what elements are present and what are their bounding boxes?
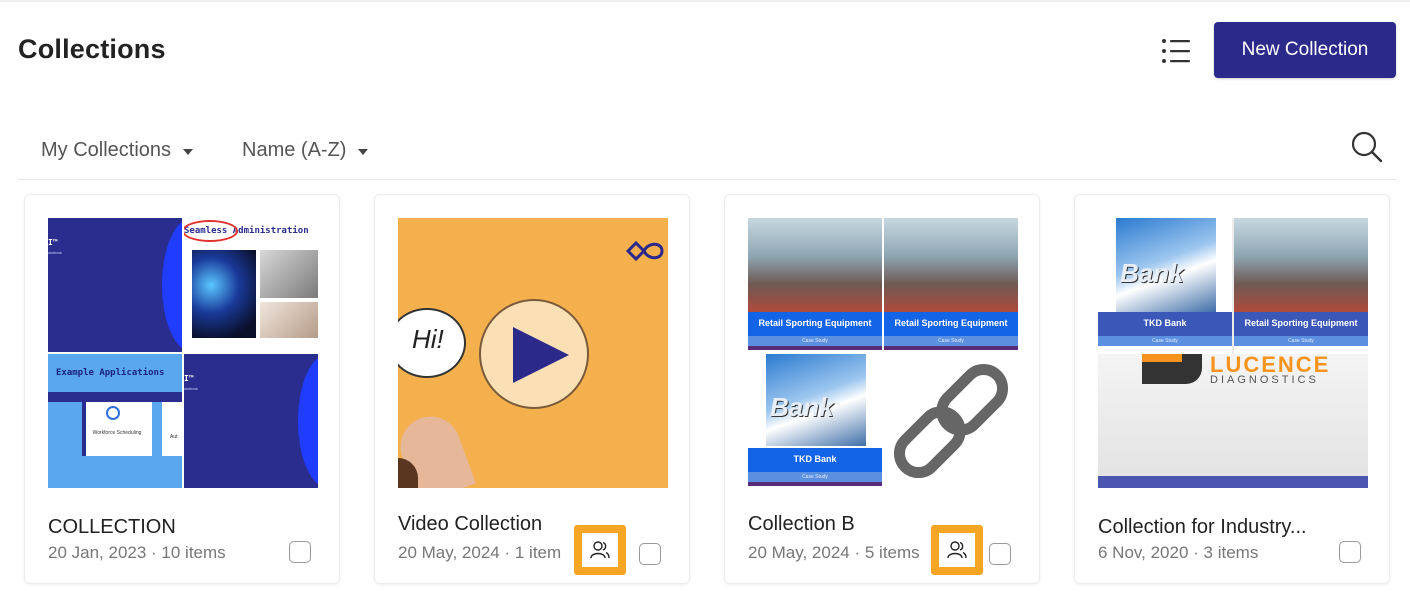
slide-thumbnail: Seamless Administration [184, 218, 318, 352]
shared-users-icon [947, 541, 967, 559]
slide-subtitle: Case Study [1234, 336, 1368, 346]
collection-card[interactable]: Hi! Video Collection 20 May, 2024 · 1 it… [374, 194, 690, 584]
play-icon [513, 327, 569, 383]
play-button[interactable] [479, 299, 589, 409]
slide-title: Retail Sporting Equipment [884, 312, 1018, 336]
collection-meta: 20 May, 2024 · 5 items [748, 543, 920, 562]
collection-thumbnail: I™ olutions Seamless Administration Exam… [48, 218, 318, 488]
logo-text: DIAGNOSTICS [1210, 374, 1319, 386]
slide-title: Retail Sporting Equipment [1234, 312, 1368, 336]
slide-subtitle: Case Study [748, 336, 882, 346]
new-collection-button[interactable]: New Collection [1214, 22, 1396, 78]
caret-down-icon [183, 148, 194, 155]
slide-text: olutions [48, 250, 62, 255]
collection-name: Video Collection [398, 513, 543, 535]
select-checkbox[interactable] [289, 541, 311, 563]
slide-thumbnail: LUCENCE DIAGNOSTICS [1098, 352, 1368, 488]
sort-dropdown[interactable]: Name (A-Z) [242, 139, 369, 162]
shared-users-icon [590, 541, 610, 559]
collection-meta: 20 Jan, 2023 · 10 items [48, 543, 226, 562]
list-icon [1162, 39, 1190, 63]
owner-filter-dropdown[interactable]: My Collections [41, 139, 194, 162]
infinity-logo-icon [625, 240, 664, 262]
collection-thumbnail: Bank TKD Bank Case Study Retail Sporting… [1098, 218, 1368, 488]
slide-thumbnail: Retail Sporting Equipment Case Study [884, 218, 1018, 352]
collection-card[interactable]: Retail Sporting Equipment Case Study Ret… [724, 194, 1040, 584]
slide-text: olutions [184, 386, 198, 391]
slide-thumbnail: I™ olutions [184, 354, 318, 488]
collection-thumbnail: Hi! [398, 218, 668, 488]
slide-thumbnail [884, 354, 1018, 488]
slide-thumbnail: I™ olutions [48, 218, 182, 352]
link-icon [893, 363, 1009, 479]
shared-indicator-button[interactable] [931, 525, 983, 575]
search-button[interactable] [1350, 130, 1384, 164]
slide-thumbnail: Example Applications Workforce Schedulin… [48, 354, 182, 488]
slide-text: Bank [1120, 258, 1184, 288]
collection-name: Collection for Industry... [1098, 516, 1307, 538]
caret-down-icon [358, 148, 369, 155]
collection-meta: 6 Nov, 2020 · 3 items [1098, 543, 1259, 562]
slide-subtitle: Case Study [1098, 336, 1232, 346]
slide-thumbnail: Retail Sporting Equipment Case Study [1234, 218, 1368, 354]
slide-text: Aut [170, 434, 178, 440]
owner-filter-label: My Collections [41, 139, 172, 161]
select-checkbox[interactable] [989, 543, 1011, 565]
select-checkbox[interactable] [639, 543, 661, 565]
slide-thumbnail: Bank TKD Bank Case Study [1098, 218, 1232, 354]
slide-title: TKD Bank [748, 448, 882, 472]
collection-name: COLLECTION [48, 516, 176, 538]
speech-bubble-text: Hi! [412, 324, 444, 354]
slide-title: Retail Sporting Equipment [748, 312, 882, 336]
slide-text: Workforce Scheduling [92, 430, 142, 436]
slide-text: Example Applications [56, 368, 165, 378]
select-checkbox[interactable] [1339, 541, 1361, 563]
search-icon [1351, 131, 1383, 163]
slide-subtitle: Case Study [884, 336, 1018, 346]
shared-indicator-button[interactable] [574, 525, 626, 575]
collection-card[interactable]: I™ olutions Seamless Administration Exam… [24, 194, 340, 584]
collection-card[interactable]: Bank TKD Bank Case Study Retail Sporting… [1074, 194, 1390, 584]
page-title: Collections [18, 34, 166, 64]
slide-text: I™ [48, 238, 58, 247]
slide-text: Bank [770, 392, 834, 422]
slide-text: I™ [184, 374, 194, 383]
toolbar-divider [18, 179, 1396, 180]
slide-title: TKD Bank [1098, 312, 1232, 336]
top-border [0, 0, 1410, 2]
slide-thumbnail: Retail Sporting Equipment Case Study [748, 218, 882, 352]
collection-meta: 20 May, 2024 · 1 item [398, 543, 562, 562]
sort-label: Name (A-Z) [242, 139, 347, 161]
collection-name: Collection B [748, 513, 855, 535]
list-view-toggle[interactable] [1158, 36, 1192, 66]
slide-subtitle: Case Study [748, 472, 882, 482]
slide-thumbnail: Bank TKD Bank Case Study [748, 354, 882, 488]
collection-thumbnail: Retail Sporting Equipment Case Study Ret… [748, 218, 1018, 488]
